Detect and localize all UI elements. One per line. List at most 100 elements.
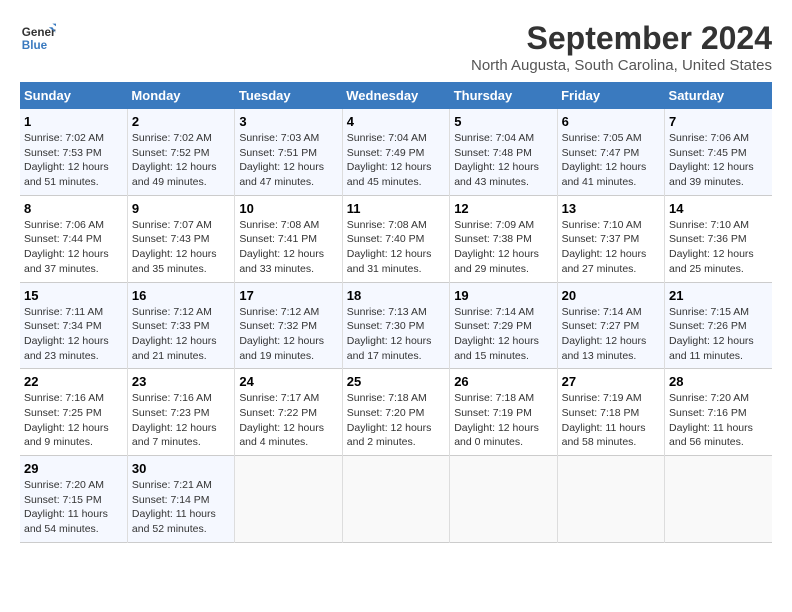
day-info: Sunrise: 7:14 AM Sunset: 7:27 PM Dayligh… — [562, 305, 660, 364]
day-header-monday: Monday — [127, 82, 234, 109]
day-number: 16 — [132, 288, 230, 303]
calendar-cell: 14Sunrise: 7:10 AM Sunset: 7:36 PM Dayli… — [665, 195, 772, 282]
day-info: Sunrise: 7:15 AM Sunset: 7:26 PM Dayligh… — [669, 305, 768, 364]
calendar-week-4: 22Sunrise: 7:16 AM Sunset: 7:25 PM Dayli… — [20, 369, 772, 456]
calendar-cell: 6Sunrise: 7:05 AM Sunset: 7:47 PM Daylig… — [557, 109, 664, 195]
day-number: 14 — [669, 201, 768, 216]
svg-text:Blue: Blue — [22, 39, 48, 52]
calendar-cell: 25 Sunrise: 7:18 AM Sunset: 7:20 PM Dayli… — [342, 369, 449, 456]
calendar-cell: 4Sunrise: 7:04 AM Sunset: 7:49 PM Daylig… — [342, 109, 449, 195]
calendar-cell: 2 Sunrise: 7:02 AM Sunset: 7:52 PM Daylig… — [127, 109, 234, 195]
calendar-cell: 17 Sunrise: 7:12 AM Sunset: 7:32 PM Dayli… — [235, 282, 342, 369]
calendar-cell: 12 Sunrise: 7:09 AM Sunset: 7:38 PM Dayli… — [450, 195, 557, 282]
day-info: Sunrise: 7:04 AM Sunset: 7:49 PM Dayligh… — [347, 131, 445, 190]
day-header-wednesday: Wednesday — [342, 82, 449, 109]
day-info: Sunrise: 7:18 AM Sunset: 7:19 PM Dayligh… — [454, 391, 552, 450]
day-header-saturday: Saturday — [665, 82, 772, 109]
day-number: 28 — [669, 374, 768, 389]
day-info: Sunrise: 7:20 AM Sunset: 7:16 PM Dayligh… — [669, 391, 768, 450]
calendar-cell: 7Sunrise: 7:06 AM Sunset: 7:45 PM Daylig… — [665, 109, 772, 195]
day-number: 7 — [669, 114, 768, 129]
title-area: September 2024 North Augusta, South Caro… — [471, 20, 772, 74]
day-number: 18 — [347, 288, 445, 303]
calendar-cell: 22Sunrise: 7:16 AM Sunset: 7:25 PM Dayli… — [20, 369, 127, 456]
day-info: Sunrise: 7:06 AM Sunset: 7:44 PM Dayligh… — [24, 218, 123, 277]
day-info: Sunrise: 7:04 AM Sunset: 7:48 PM Dayligh… — [454, 131, 552, 190]
day-info: Sunrise: 7:08 AM Sunset: 7:40 PM Dayligh… — [347, 218, 445, 277]
day-info: Sunrise: 7:20 AM Sunset: 7:15 PM Dayligh… — [24, 478, 123, 537]
calendar-cell: 16Sunrise: 7:12 AM Sunset: 7:33 PM Dayli… — [127, 282, 234, 369]
calendar-cell: 21Sunrise: 7:15 AM Sunset: 7:26 PM Dayli… — [665, 282, 772, 369]
day-number: 2 — [132, 114, 230, 129]
day-header-thursday: Thursday — [450, 82, 557, 109]
calendar-cell: 26Sunrise: 7:18 AM Sunset: 7:19 PM Dayli… — [450, 369, 557, 456]
day-info: Sunrise: 7:16 AM Sunset: 7:23 PM Dayligh… — [132, 391, 230, 450]
logo: General Blue — [20, 20, 56, 56]
calendar-cell: 11 Sunrise: 7:08 AM Sunset: 7:40 PM Dayli… — [342, 195, 449, 282]
day-number: 1 — [24, 114, 123, 129]
calendar-cell: 24 Sunrise: 7:17 AM Sunset: 7:22 PM Dayli… — [235, 369, 342, 456]
calendar-cell — [665, 456, 772, 543]
calendar-cell — [235, 456, 342, 543]
day-info: Sunrise: 7:14 AM Sunset: 7:29 PM Dayligh… — [454, 305, 552, 364]
day-number: 17 — [239, 288, 337, 303]
calendar-cell: 1 Sunrise: 7:02 AM Sunset: 7:53 PM Daylig… — [20, 109, 127, 195]
calendar-cell — [557, 456, 664, 543]
day-number: 10 — [239, 201, 337, 216]
main-title: September 2024 — [471, 20, 772, 57]
header: General Blue September 2024 North August… — [20, 20, 772, 74]
day-info: Sunrise: 7:16 AM Sunset: 7:25 PM Dayligh… — [24, 391, 123, 450]
day-info: Sunrise: 7:09 AM Sunset: 7:38 PM Dayligh… — [454, 218, 552, 277]
calendar-cell: 8 Sunrise: 7:06 AM Sunset: 7:44 PM Daylig… — [20, 195, 127, 282]
day-info: Sunrise: 7:11 AM Sunset: 7:34 PM Dayligh… — [24, 305, 123, 364]
calendar-week-2: 8 Sunrise: 7:06 AM Sunset: 7:44 PM Daylig… — [20, 195, 772, 282]
day-info: Sunrise: 7:18 AM Sunset: 7:20 PM Dayligh… — [347, 391, 445, 450]
calendar-cell: 13Sunrise: 7:10 AM Sunset: 7:37 PM Dayli… — [557, 195, 664, 282]
day-header-sunday: Sunday — [20, 82, 127, 109]
day-info: Sunrise: 7:08 AM Sunset: 7:41 PM Dayligh… — [239, 218, 337, 277]
day-number: 20 — [562, 288, 660, 303]
calendar-cell: 3 Sunrise: 7:03 AM Sunset: 7:51 PM Daylig… — [235, 109, 342, 195]
day-number: 19 — [454, 288, 552, 303]
day-number: 11 — [347, 201, 445, 216]
subtitle: North Augusta, South Carolina, United St… — [471, 57, 772, 74]
calendar-cell: 27Sunrise: 7:19 AM Sunset: 7:18 PM Dayli… — [557, 369, 664, 456]
day-header-friday: Friday — [557, 82, 664, 109]
day-info: Sunrise: 7:17 AM Sunset: 7:22 PM Dayligh… — [239, 391, 337, 450]
day-number: 29 — [24, 461, 123, 476]
calendar-cell — [450, 456, 557, 543]
day-number: 27 — [562, 374, 660, 389]
calendar-cell: 29 Sunrise: 7:20 AM Sunset: 7:15 PM Dayli… — [20, 456, 127, 543]
day-number: 30 — [132, 461, 230, 476]
day-info: Sunrise: 7:02 AM Sunset: 7:52 PM Dayligh… — [132, 131, 230, 190]
calendar-cell: 28 Sunrise: 7:20 AM Sunset: 7:16 PM Dayli… — [665, 369, 772, 456]
calendar-cell: 20 Sunrise: 7:14 AM Sunset: 7:27 PM Dayli… — [557, 282, 664, 369]
day-info: Sunrise: 7:03 AM Sunset: 7:51 PM Dayligh… — [239, 131, 337, 190]
calendar-week-1: 1 Sunrise: 7:02 AM Sunset: 7:53 PM Daylig… — [20, 109, 772, 195]
day-info: Sunrise: 7:07 AM Sunset: 7:43 PM Dayligh… — [132, 218, 230, 277]
day-info: Sunrise: 7:12 AM Sunset: 7:32 PM Dayligh… — [239, 305, 337, 364]
calendar-week-5: 29 Sunrise: 7:20 AM Sunset: 7:15 PM Dayli… — [20, 456, 772, 543]
day-number: 23 — [132, 374, 230, 389]
day-info: Sunrise: 7:02 AM Sunset: 7:53 PM Dayligh… — [24, 131, 123, 190]
calendar-cell: 30 Sunrise: 7:21 AM Sunset: 7:14 PM Dayli… — [127, 456, 234, 543]
calendar-table: SundayMondayTuesdayWednesdayThursdayFrid… — [20, 82, 772, 543]
day-number: 3 — [239, 114, 337, 129]
calendar-cell: 15 Sunrise: 7:11 AM Sunset: 7:34 PM Dayli… — [20, 282, 127, 369]
day-number: 8 — [24, 201, 123, 216]
day-number: 6 — [562, 114, 660, 129]
calendar-cell: 18 Sunrise: 7:13 AM Sunset: 7:30 PM Dayli… — [342, 282, 449, 369]
calendar-cell: 5 Sunrise: 7:04 AM Sunset: 7:48 PM Daylig… — [450, 109, 557, 195]
day-number: 25 — [347, 374, 445, 389]
calendar-cell: 19 Sunrise: 7:14 AM Sunset: 7:29 PM Dayli… — [450, 282, 557, 369]
day-number: 5 — [454, 114, 552, 129]
days-header-row: SundayMondayTuesdayWednesdayThursdayFrid… — [20, 82, 772, 109]
day-number: 15 — [24, 288, 123, 303]
calendar-week-3: 15 Sunrise: 7:11 AM Sunset: 7:34 PM Dayli… — [20, 282, 772, 369]
day-info: Sunrise: 7:13 AM Sunset: 7:30 PM Dayligh… — [347, 305, 445, 364]
day-info: Sunrise: 7:21 AM Sunset: 7:14 PM Dayligh… — [132, 478, 230, 537]
day-number: 12 — [454, 201, 552, 216]
day-number: 24 — [239, 374, 337, 389]
day-info: Sunrise: 7:10 AM Sunset: 7:37 PM Dayligh… — [562, 218, 660, 277]
calendar-cell: 10 Sunrise: 7:08 AM Sunset: 7:41 PM Dayli… — [235, 195, 342, 282]
